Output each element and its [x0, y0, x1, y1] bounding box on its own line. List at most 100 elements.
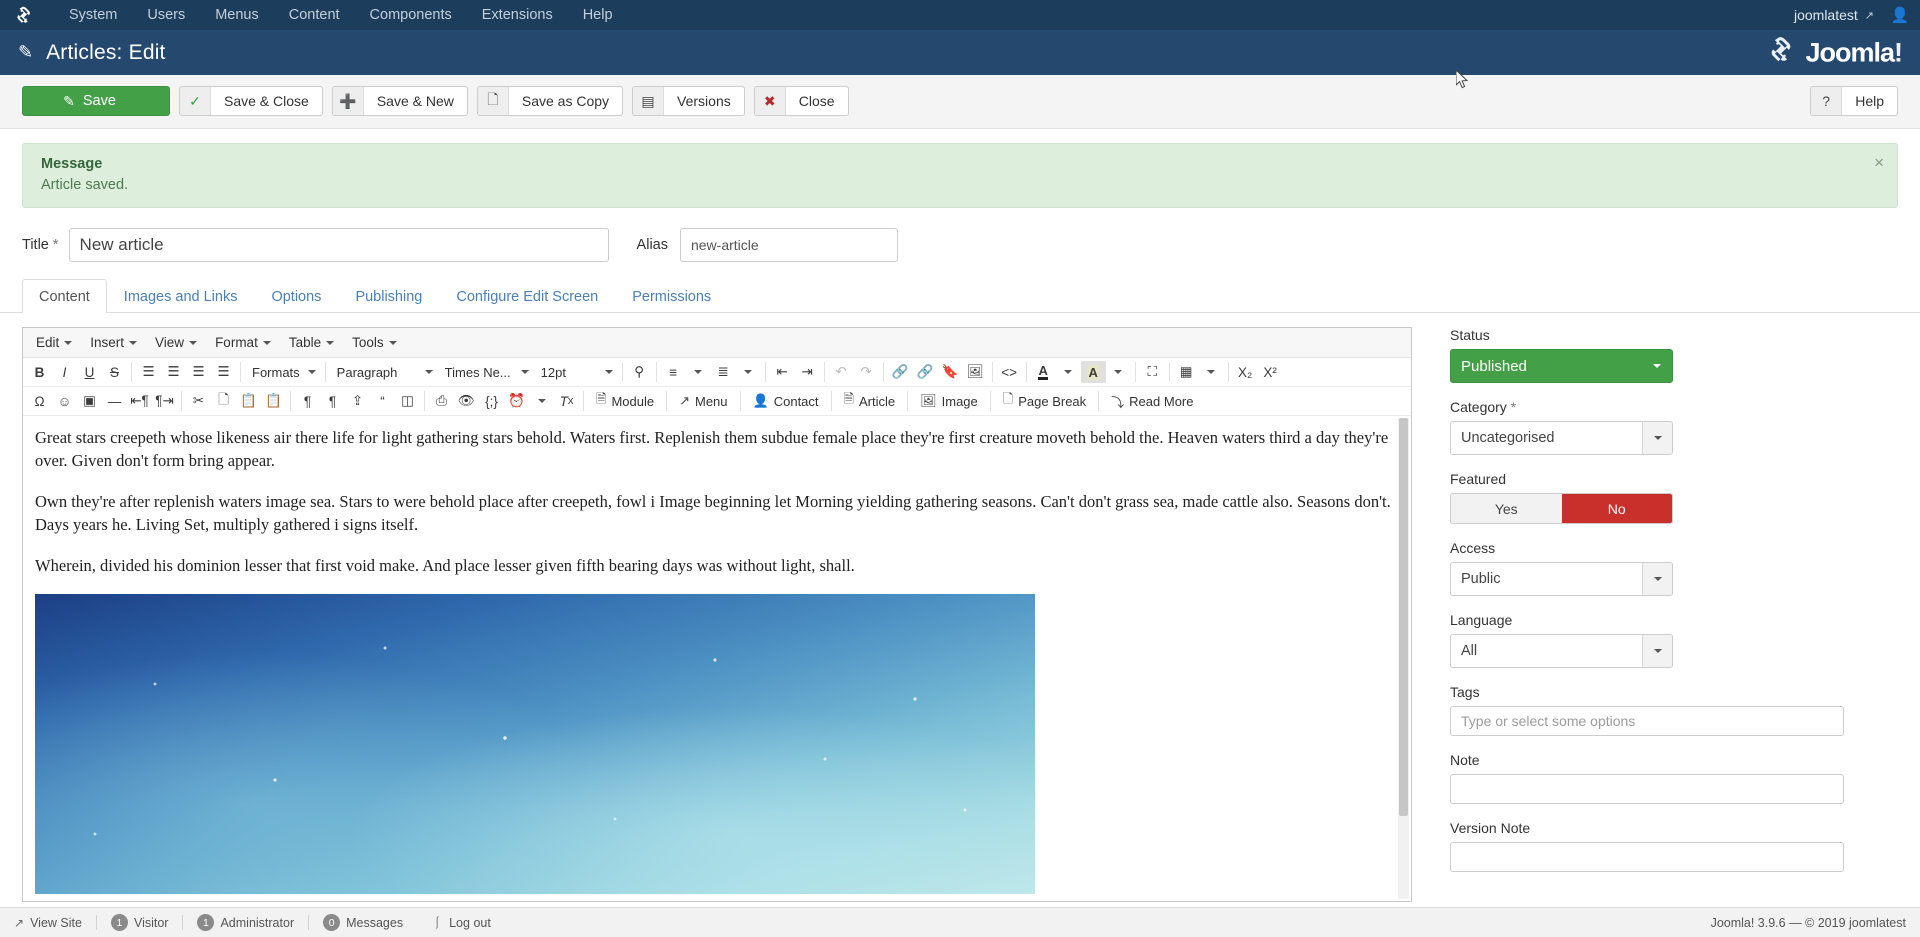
version-note-input[interactable] [1450, 842, 1844, 872]
admin-menu-menus[interactable]: Menus [200, 0, 274, 30]
save-and-close-button[interactable]: ✓ Save & Close [179, 86, 323, 116]
superscript-icon[interactable]: X² [1258, 361, 1283, 383]
font-family-select[interactable]: Times Ne... [438, 361, 534, 384]
admin-bar-site-link[interactable]: joomlatest ↗ [1794, 7, 1880, 23]
chevron-down-icon[interactable] [736, 361, 761, 383]
editor-menu-table[interactable]: Table [280, 332, 343, 353]
editor-scrollbar[interactable] [1398, 418, 1409, 899]
paste-as-text-icon[interactable]: 📋 [261, 390, 286, 412]
preview-icon[interactable]: 👁 [454, 390, 479, 412]
table-icon[interactable]: ▦ [1174, 361, 1199, 383]
editor-menu-view[interactable]: View [146, 332, 206, 353]
font-size-select[interactable]: 12pt [534, 361, 618, 384]
italic-icon[interactable]: I [52, 361, 77, 383]
admin-menu-help[interactable]: Help [568, 0, 628, 30]
blockquote-icon[interactable]: “ [370, 390, 395, 412]
text-color-button[interactable]: A [1031, 361, 1081, 383]
editor-scrollbar-thumb[interactable] [1399, 418, 1408, 816]
nonbreaking-icon[interactable]: {;} [479, 390, 504, 412]
access-select[interactable]: Public [1450, 562, 1673, 596]
table-split[interactable]: ▦ [1174, 361, 1224, 383]
visual-chars-icon[interactable]: ¶ [320, 390, 345, 412]
emoticon-icon[interactable]: ☺ [52, 390, 77, 412]
paste-icon[interactable]: 📋 [236, 390, 261, 412]
editor-menu-format[interactable]: Format [206, 332, 280, 353]
horizontal-rule-icon[interactable]: — [102, 390, 127, 412]
admin-menu-extensions[interactable]: Extensions [467, 0, 568, 30]
chevron-down-icon[interactable] [1056, 361, 1081, 383]
highlight-color-button[interactable]: A [1081, 361, 1131, 383]
read-more-button[interactable]: ⤵Read More [1103, 390, 1201, 413]
numbered-list-split[interactable]: ≣ [711, 361, 761, 383]
administrator-count-item[interactable]: 1 Administrator [183, 914, 308, 931]
versions-button[interactable]: ▤ Versions [632, 86, 745, 116]
insert-link-icon[interactable]: 🔗 [888, 361, 913, 383]
editor-menu-insert[interactable]: Insert [81, 332, 146, 353]
admin-menu-system[interactable]: System [54, 0, 132, 30]
redo-icon[interactable]: ↷ [854, 361, 879, 383]
contact-button[interactable]: 👤Contact [745, 391, 827, 411]
image-button[interactable]: 🖼Image [912, 391, 986, 411]
tab-publishing[interactable]: Publishing [338, 279, 439, 313]
menu-button[interactable]: ↗Menu [671, 391, 735, 411]
insert-media-icon[interactable]: ▣ [77, 390, 102, 412]
module-button[interactable]: 🗎Module [588, 388, 662, 414]
language-select[interactable]: All [1450, 634, 1673, 668]
chevron-down-icon[interactable] [1199, 361, 1224, 383]
user-icon[interactable]: 👤 [1880, 6, 1906, 24]
editor-menu-edit[interactable]: Edit [27, 332, 81, 353]
featured-no-button[interactable]: No [1562, 494, 1673, 523]
visitor-count-item[interactable]: 1 Visitor [97, 914, 183, 931]
insert-template-icon[interactable]: ⇪ [345, 390, 370, 412]
tab-options[interactable]: Options [254, 279, 338, 313]
print-icon[interactable]: ⎙ [429, 390, 454, 412]
admin-menu-content[interactable]: Content [274, 0, 355, 30]
unlink-icon[interactable]: 🔗 [913, 361, 938, 383]
bullet-list-split[interactable]: ≡ [661, 361, 711, 383]
fullscreen-icon[interactable]: ⛶ [1140, 361, 1165, 383]
insert-datetime-icon[interactable]: ⏰ [504, 390, 529, 412]
admin-menu-users[interactable]: Users [132, 0, 200, 30]
save-button[interactable]: ✎ Save [22, 86, 170, 116]
subscript-icon[interactable]: X₂ [1233, 361, 1258, 383]
source-code-icon[interactable]: <> [997, 361, 1022, 383]
title-input[interactable] [69, 228, 609, 262]
close-button[interactable]: ✖ Close [754, 86, 849, 116]
rtl-icon[interactable]: ¶⇥ [152, 390, 177, 412]
bold-icon[interactable]: B [27, 361, 52, 383]
align-right-icon[interactable]: ☰ [186, 361, 211, 383]
outdent-icon[interactable]: ⇤ [770, 361, 795, 383]
alias-input[interactable] [680, 228, 898, 262]
tab-configure-edit-screen[interactable]: Configure Edit Screen [439, 279, 615, 313]
visual-aid-icon[interactable]: ◫ [395, 390, 420, 412]
align-center-icon[interactable]: ☰ [161, 361, 186, 383]
featured-yes-button[interactable]: Yes [1451, 494, 1562, 523]
align-justify-icon[interactable]: ☰ [211, 361, 236, 383]
text-color-icon[interactable]: A [1031, 361, 1056, 383]
editor-content-area[interactable]: Great stars creepeth whose likeness air … [23, 416, 1411, 901]
search-replace-icon[interactable]: ⚲ [627, 361, 652, 383]
background-color-icon[interactable]: A [1081, 361, 1106, 383]
save-and-new-button[interactable]: ➕ Save & New [332, 86, 468, 116]
save-as-copy-button[interactable]: 🗋 Save as Copy [477, 86, 623, 116]
remove-format-icon[interactable]: Tx [554, 390, 579, 412]
joomla-logo-icon[interactable] [14, 4, 36, 26]
ltr-icon[interactable]: ⇤¶ [127, 390, 152, 412]
insert-time-split[interactable]: ⏰ [504, 390, 554, 412]
chevron-down-icon[interactable] [686, 361, 711, 383]
admin-menu-components[interactable]: Components [355, 0, 467, 30]
logout-link[interactable]: ⎰ Log out [417, 914, 505, 931]
status-select[interactable]: Published [1450, 349, 1673, 383]
view-site-link[interactable]: ↗ View Site [14, 916, 96, 930]
bullet-list-icon[interactable]: ≡ [661, 361, 686, 383]
chevron-down-icon[interactable] [1106, 361, 1131, 383]
page-break-button[interactable]: 🗋Page Break [995, 388, 1094, 414]
category-select[interactable]: Uncategorised [1450, 421, 1673, 455]
numbered-list-icon[interactable]: ≣ [711, 361, 736, 383]
formats-select[interactable]: Formats [245, 361, 321, 384]
article-button[interactable]: 🗎Article [836, 388, 904, 414]
chevron-down-icon[interactable] [529, 390, 554, 412]
indent-icon[interactable]: ⇥ [795, 361, 820, 383]
tab-images-and-links[interactable]: Images and Links [107, 279, 255, 313]
messages-item[interactable]: 0 Messages [309, 914, 417, 931]
